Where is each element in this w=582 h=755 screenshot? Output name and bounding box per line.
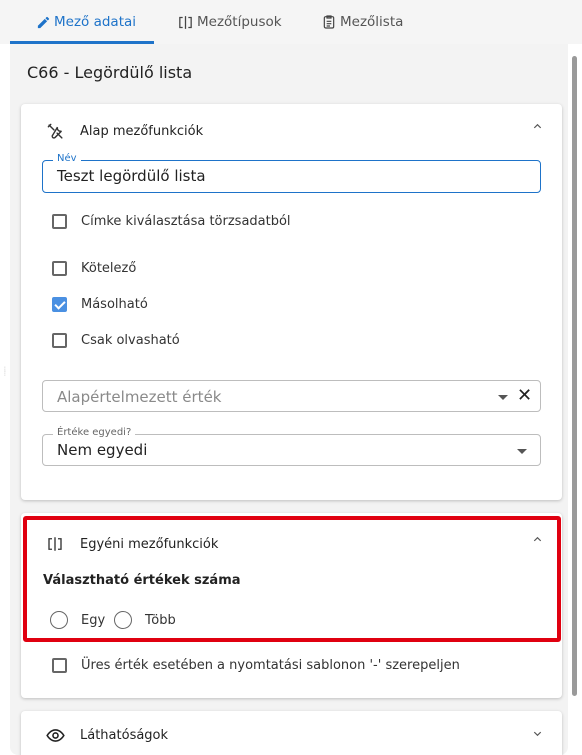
default-value-placeholder: Alapértelmezett érték (57, 388, 222, 406)
list-icon (321, 14, 337, 30)
dropdown-arrow-icon[interactable] (498, 395, 508, 400)
page-title: C66 - Legördülő lista (27, 63, 193, 82)
eye-icon (44, 726, 66, 745)
chevron-up-icon[interactable] (532, 121, 543, 136)
name-field-label: Név (53, 153, 81, 164)
unique-value-value: Nem egyedi (57, 441, 148, 459)
tab-field-types[interactable]: Mezőtípusok (177, 0, 282, 44)
name-field-value[interactable]: Teszt legördülő lista (57, 167, 206, 185)
visibility-title: Láthatóságok (80, 727, 169, 743)
tab-label: Mezőlista (340, 14, 404, 30)
scrollbar-thumb[interactable] (572, 56, 577, 696)
unique-value-select[interactable]: Értéke egyedi? Nem egyedi (42, 427, 541, 466)
pencil-icon (36, 15, 51, 30)
label-from-master-label: Címke kiválasztása törzsadatból (81, 213, 291, 229)
tab-field-data[interactable]: Mező adatai (36, 0, 136, 44)
read-only-checkbox[interactable] (52, 332, 67, 348)
dropdown-arrow-icon[interactable] (517, 449, 527, 454)
name-field[interactable]: Név Teszt legördülő lista (42, 153, 541, 193)
copyable-label: Másolható (81, 296, 148, 312)
copyable-checkbox[interactable] (52, 296, 67, 312)
tab-field-list[interactable]: Mezőlista (321, 0, 403, 44)
empty-value-dash-checkbox-row[interactable]: Üres érték esetében a nyomtatási sablono… (52, 656, 460, 674)
empty-value-dash-label: Üres érték esetében a nyomtatási sablono… (81, 657, 460, 673)
unique-value-label: Értéke egyedi? (53, 427, 136, 438)
label-from-master-checkbox[interactable] (52, 213, 67, 229)
resize-handle-icon[interactable]: ⋮ ⋮ (2, 367, 8, 390)
label-from-master-checkbox-row[interactable]: Címke kiválasztása törzsadatból (52, 212, 291, 230)
read-only-checkbox-row[interactable]: Csak olvasható (52, 331, 180, 349)
copyable-checkbox-row[interactable]: Másolható (52, 295, 148, 313)
field-type-icon (177, 14, 194, 31)
read-only-label: Csak olvasható (81, 332, 180, 348)
basic-functions-title: Alap mezőfunkciók (80, 123, 204, 139)
chevron-down-icon[interactable] (532, 728, 543, 743)
empty-value-dash-checkbox[interactable] (52, 657, 67, 673)
tools-icon (44, 122, 66, 141)
highlight-box (23, 516, 561, 642)
tab-bar: Mező adatai Mezőtípusok Mezőlista (0, 0, 582, 44)
tab-label: Mező adatai (54, 14, 137, 30)
visibility-header[interactable]: Láthatóságok (44, 725, 168, 745)
basic-functions-header[interactable]: Alap mezőfunkciók (44, 121, 203, 141)
tab-label: Mezőtípusok (197, 14, 282, 30)
clear-icon[interactable]: ✕ (517, 387, 532, 405)
required-checkbox[interactable] (52, 260, 67, 276)
default-value-select[interactable]: Alapértelmezett érték ✕ (42, 380, 541, 412)
required-label: Kötelező (81, 260, 137, 276)
required-checkbox-row[interactable]: Kötelező (52, 259, 136, 277)
